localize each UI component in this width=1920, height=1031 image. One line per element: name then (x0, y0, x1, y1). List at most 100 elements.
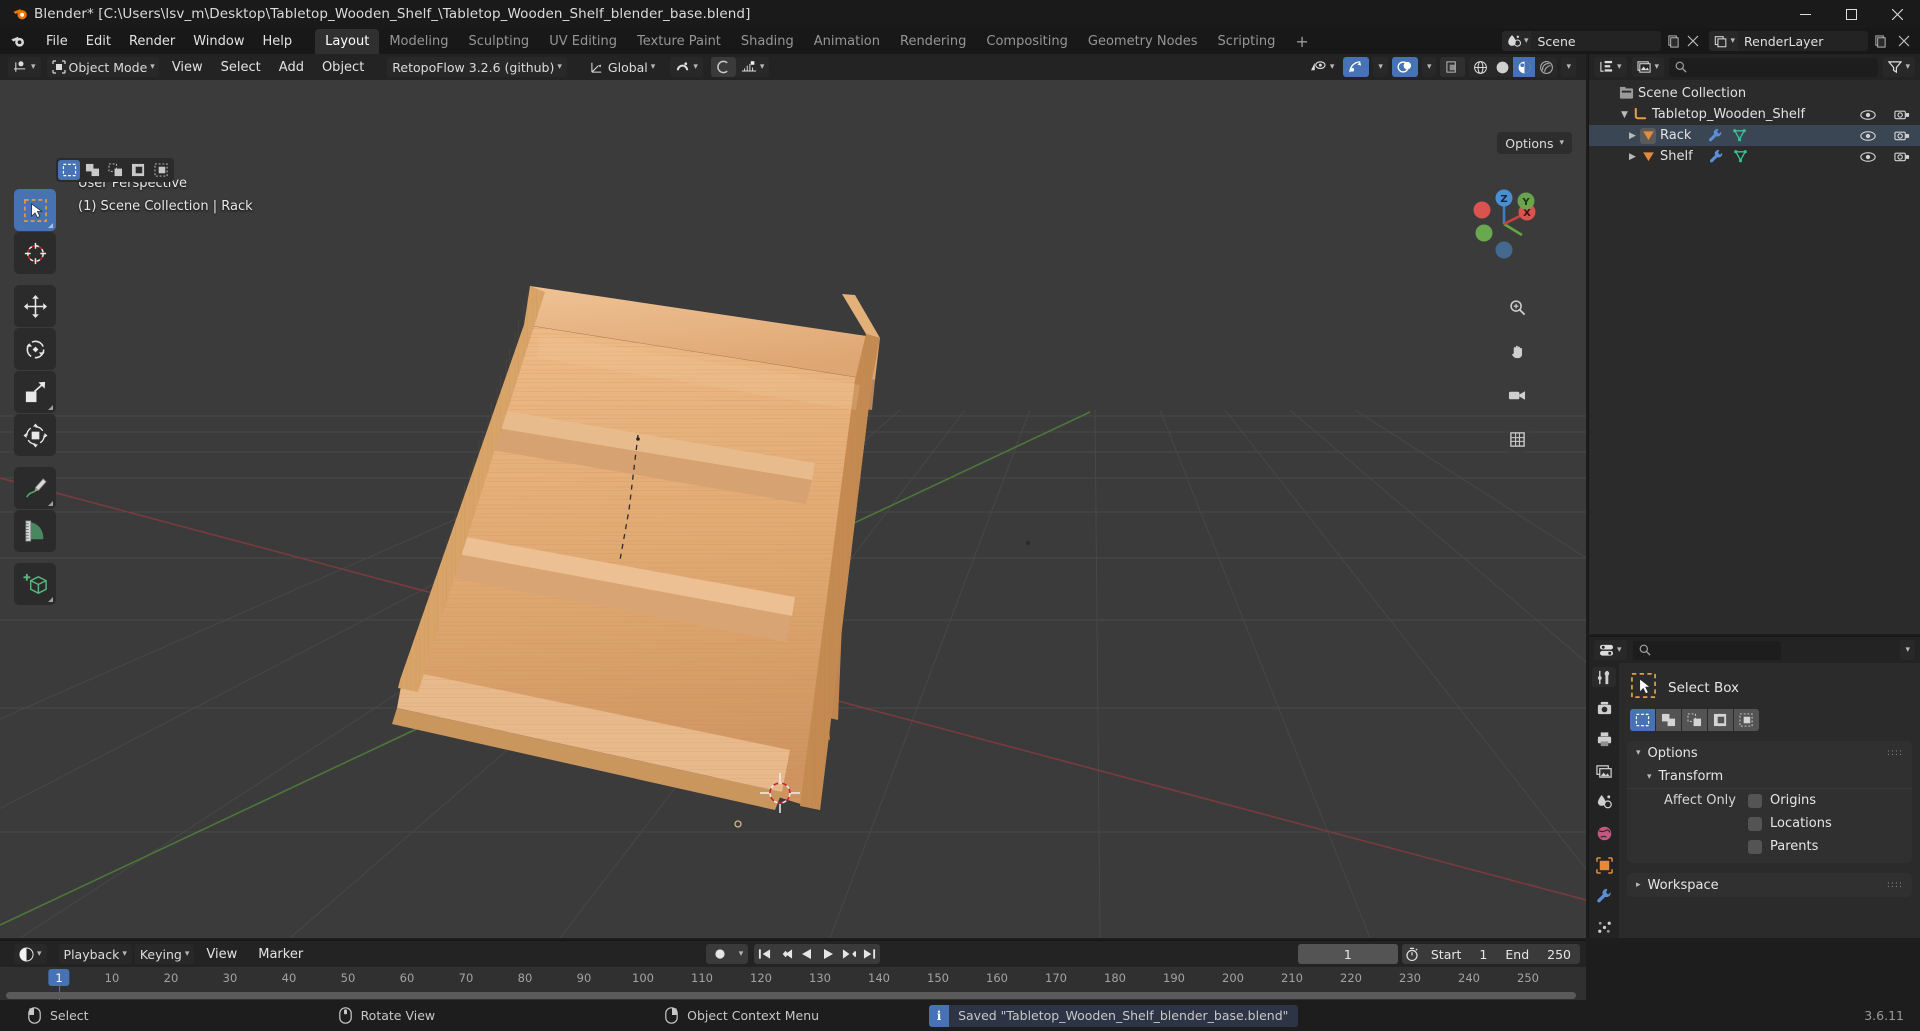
extend-selection-icon[interactable] (1656, 709, 1681, 731)
mesh-data-icon[interactable] (1731, 128, 1747, 144)
blender-logo-icon[interactable] (10, 33, 27, 50)
timeline-editor[interactable]: ▾ Playback ▾ Keying ▾ View Marker ▾ 1 St… (0, 940, 1586, 1001)
workspace-tab-compositing[interactable]: Compositing (976, 29, 1078, 54)
view-layer-name-field[interactable]: RenderLayer (1738, 31, 1868, 51)
status-report[interactable]: i Saved "Tabletop_Wooden_Shelf_blender_b… (929, 1004, 1299, 1027)
outliner-row-rack[interactable]: ▶ Rack (1589, 125, 1920, 146)
scrollbar-thumb[interactable] (6, 992, 1576, 999)
properties-options-dropdown[interactable]: ▾ (1900, 640, 1915, 660)
timeline-frame-controls[interactable]: 1 Start 1 End 250 (1297, 944, 1580, 964)
new-view-layer-icon[interactable] (1870, 31, 1890, 51)
workspace-tab-rendering[interactable]: Rendering (890, 29, 976, 54)
shading-solid-icon[interactable] (1491, 57, 1513, 77)
properties-tab-view-layer[interactable] (1592, 761, 1616, 781)
properties-editor[interactable]: ▾ ▾ Select Box ▾ Options:::: ▾ Transfor… (1588, 636, 1920, 938)
mesh-data-icon[interactable] (1733, 149, 1749, 165)
remove-view-layer-icon[interactable] (1894, 31, 1914, 51)
menu-window[interactable]: Window (184, 31, 253, 52)
blender-file-icon[interactable]: ▾ (1631, 57, 1665, 77)
select-intersect-mode-icon[interactable] (150, 160, 172, 180)
workspace-tab-animation[interactable]: Animation (804, 29, 890, 54)
use-preview-range-icon[interactable] (1402, 944, 1422, 964)
viewport-3d[interactable]: ▾ Object Mode ▾ View Select Add Object R… (0, 54, 1586, 938)
properties-tab-strip[interactable] (1589, 663, 1619, 938)
unlink-scene-icon[interactable] (1683, 31, 1703, 51)
overlay-options-dropdown[interactable]: ▾ (1421, 57, 1437, 77)
workspace-tab-shading[interactable]: Shading (731, 29, 804, 54)
disclosure-triangle-right-icon[interactable]: ▶ (1625, 152, 1640, 162)
auto-keying-record-icon[interactable] (706, 944, 734, 964)
hide-in-viewport-eye-icon[interactable] (1860, 149, 1876, 165)
workspace-tab-layout[interactable]: Layout (315, 28, 380, 54)
workspace-tab-modeling[interactable]: Modeling (379, 29, 458, 54)
affect-only-locations-row[interactable]: Locations (1627, 812, 1912, 835)
view-layer-browse-icon[interactable]: ▾ (1709, 31, 1738, 51)
outliner-row-toggles[interactable] (1860, 149, 1910, 165)
shading-options-dropdown[interactable]: ▾ (1561, 57, 1576, 77)
scene-name-field[interactable]: Scene (1531, 31, 1662, 51)
panel-drag-grip[interactable]: :::: (1887, 880, 1903, 889)
select-box-mode-icon[interactable] (58, 160, 80, 180)
options-panel-header[interactable]: ▾ Options :::: (1627, 741, 1912, 765)
properties-search-input[interactable] (1632, 640, 1781, 660)
viewport-toolbar[interactable] (14, 189, 56, 605)
menu-render[interactable]: Render (120, 31, 184, 52)
outliner-tree[interactable]: Scene Collection ▼ Tabletop_Wooden_Shelf (1589, 80, 1920, 167)
retopoflow-addon-menu[interactable]: RetopoFlow 3.2.6 (github) ▾ (387, 57, 567, 77)
selection-mode-buttons[interactable] (1619, 709, 1920, 731)
timeline-menu-playback[interactable]: Playback ▾ (58, 944, 132, 964)
playback-controls[interactable] (754, 944, 880, 964)
viewport-nav-buttons[interactable] (1502, 292, 1532, 454)
viewport-options-button[interactable]: Options ▾ (1497, 132, 1572, 154)
toggle-xray-icon[interactable] (1440, 57, 1466, 77)
add-workspace-button[interactable]: + (1285, 30, 1318, 53)
measure-tool[interactable] (14, 510, 56, 552)
modifier-wrench-icon[interactable] (1707, 128, 1723, 144)
hide-in-viewport-eye-icon[interactable] (1860, 107, 1876, 123)
intersect-selection-icon[interactable] (1734, 709, 1759, 731)
interaction-mode-selector[interactable]: Object Mode ▾ (46, 57, 159, 77)
editor-type-icon[interactable]: ▾ (8, 57, 41, 77)
viewport-menu-object[interactable]: Object (313, 57, 373, 78)
workspace-tab-scripting[interactable]: Scripting (1208, 29, 1286, 54)
workspace-tab-uv-editing[interactable]: UV Editing (539, 29, 627, 54)
select-subtract-mode-icon[interactable] (104, 160, 126, 180)
workspace-panel-header[interactable]: ▸ Workspace :::: (1627, 873, 1912, 897)
workspace-panel[interactable]: ▸ Workspace :::: (1627, 873, 1912, 897)
timeline-menu-marker[interactable]: Marker (249, 944, 312, 965)
outliner-display-mode-icon[interactable]: ▾ (1594, 57, 1627, 77)
set-new-selection-icon[interactable] (1630, 709, 1655, 731)
jump-prev-keyframe-icon[interactable] (775, 944, 796, 964)
disclosure-triangle-down-icon[interactable]: ▼ (1617, 110, 1632, 120)
scene-browse-icon[interactable]: ▾ (1501, 31, 1532, 51)
properties-tab-scene[interactable] (1592, 792, 1616, 812)
hide-in-viewport-eye-icon[interactable] (1860, 128, 1876, 144)
parents-checkbox[interactable] (1748, 839, 1762, 854)
shading-rendered-icon[interactable] (1535, 57, 1557, 77)
select-extend-mode-icon[interactable] (81, 160, 103, 180)
shading-material-preview-icon[interactable] (1513, 57, 1536, 77)
workspace-tab-geometry-nodes[interactable]: Geometry Nodes (1078, 29, 1208, 54)
filter-funnel-icon[interactable]: ▾ (1883, 57, 1915, 77)
annotate-tool[interactable] (14, 467, 56, 509)
workspace-tab-texture-paint[interactable]: Texture Paint (627, 29, 731, 54)
shading-wireframe-icon[interactable] (1469, 57, 1491, 77)
timeline-menu-view[interactable]: View (197, 944, 246, 965)
disable-in-renders-camera-icon[interactable] (1894, 107, 1910, 123)
play-reverse-icon[interactable] (796, 944, 817, 964)
viewport-menu-select[interactable]: Select (212, 57, 270, 78)
playhead[interactable]: 1 (48, 969, 70, 986)
menu-help[interactable]: Help (254, 31, 302, 52)
disable-in-renders-camera-icon[interactable] (1894, 149, 1910, 165)
show-gizmo-icon[interactable] (1343, 57, 1370, 77)
shading-mode-group[interactable] (1469, 57, 1558, 77)
minimize-icon[interactable] (1782, 0, 1828, 28)
menu-file[interactable]: File (37, 31, 77, 52)
frame-range-group[interactable]: Start 1 End 250 (1401, 944, 1580, 964)
navigation-gizmo[interactable]: Z X Y (1460, 180, 1548, 268)
outliner-editor[interactable]: ▾ ▾ ▾ Scene Collection ▼ Tabletop_Wooden… (1588, 54, 1920, 634)
outliner-row-scene-collection[interactable]: Scene Collection (1589, 83, 1920, 104)
show-overlays-icon[interactable] (1391, 57, 1418, 77)
play-icon[interactable] (817, 944, 838, 964)
current-frame-field[interactable]: 1 (1297, 944, 1398, 964)
